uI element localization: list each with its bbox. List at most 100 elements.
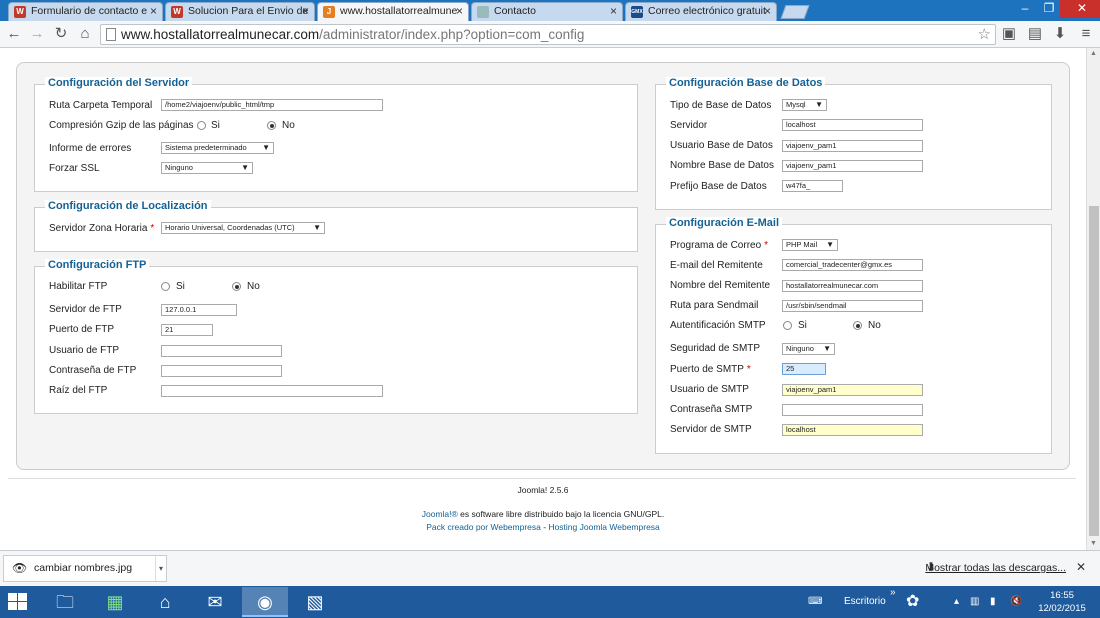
back-arrow-icon[interactable]: ← <box>5 25 23 43</box>
volume-muted-icon[interactable]: 🔇 <box>1010 586 1022 618</box>
close-tab-icon[interactable]: × <box>302 3 309 20</box>
bd-nombre-input[interactable]: viajoenv_pam1 <box>782 160 923 172</box>
remitente-nombre-input[interactable]: hostallatorrealmunecar.com <box>782 280 923 292</box>
chevron-down-icon[interactable]: ▾ <box>154 556 163 581</box>
browser-icon[interactable]: ◉ <box>242 587 288 617</box>
forward-arrow-icon[interactable]: → <box>28 25 46 43</box>
smtp-contrasena-input[interactable] <box>782 404 923 416</box>
ftp-servidor-input[interactable]: 127.0.0.1 <box>161 304 237 316</box>
hosting-link[interactable]: Hosting Joomla Webempresa <box>548 522 659 532</box>
ftp-usuario-label: Usuario de FTP <box>49 345 120 356</box>
sendmail-input[interactable]: /usr/sbin/sendmail <box>782 300 923 312</box>
gmx-icon: GMX <box>631 6 643 18</box>
programa-select[interactable]: PHP Mail ▼ <box>782 239 838 251</box>
gzip-no-radio[interactable] <box>267 121 276 130</box>
footer-license: Joomla!® es software libre distribuido b… <box>0 509 1086 519</box>
mail-icon[interactable]: ✉ <box>192 587 238 617</box>
informe-value: Sistema predeterminado <box>165 143 247 152</box>
download-filename: cambiar nombres.jpg <box>34 562 133 574</box>
scroll-down-icon[interactable]: ▼ <box>1090 540 1097 547</box>
signal-icon[interactable]: ▮ <box>990 586 996 618</box>
show-all-downloads-link[interactable]: Mostrar todas las descargas... <box>925 562 1066 574</box>
remitente-email-input[interactable]: comercial_tradecenter@gmx.es <box>782 259 923 271</box>
ftp-contrasena-input[interactable] <box>161 365 282 377</box>
informe-select[interactable]: Sistema predeterminado ▼ <box>161 142 274 154</box>
menu-icon[interactable]: ≡ <box>1077 25 1095 43</box>
close-tab-icon[interactable]: × <box>150 3 157 20</box>
home-icon[interactable]: ⌂ <box>76 25 94 43</box>
auth-no-label: No <box>868 320 881 331</box>
desktop-label[interactable]: Escritorio <box>844 586 886 618</box>
zona-select[interactable]: Horario Universal, Coordenadas (UTC) ▼ <box>161 222 325 234</box>
minimize-button[interactable]: ‒ <box>1012 0 1038 18</box>
chevron-down-icon: ▼ <box>241 163 249 172</box>
close-icon[interactable]: ✕ <box>1076 560 1086 574</box>
chevron-right-icon[interactable]: » <box>890 586 896 600</box>
webempresa-pack-link[interactable]: Pack creado por Webempresa <box>426 522 541 532</box>
ftp-puerto-input[interactable]: 21 <box>161 324 213 336</box>
page-scrollbar[interactable]: ▲ ▼ <box>1086 48 1100 550</box>
auth-no-radio[interactable] <box>853 321 862 330</box>
habilitar-ftp-label: Habilitar FTP <box>49 281 108 292</box>
chevron-down-icon: ▼ <box>826 240 834 249</box>
informe-label: Informe de errores <box>49 143 132 154</box>
new-tab-button[interactable] <box>780 5 810 19</box>
bd-nombre-label: Nombre Base de Datos <box>670 160 774 171</box>
scroll-up-icon[interactable]: ▲ <box>1090 50 1097 57</box>
close-tab-icon[interactable]: × <box>764 3 771 20</box>
smtp-usuario-input[interactable]: viajoenv_pam1 <box>782 384 923 396</box>
tipo-bd-value: Mysql <box>786 100 806 109</box>
home-icon[interactable]: ⌂ <box>142 587 188 617</box>
bd-servidor-input[interactable]: localhost <box>782 119 923 131</box>
fieldset-ftp: Configuración FTP Habilitar FTP Si No Se… <box>34 259 638 414</box>
clock[interactable]: 16:55 12/02/2015 <box>1032 589 1092 615</box>
joomla-icon: J <box>323 6 335 18</box>
keyboard-icon[interactable]: ⌨ <box>808 586 822 618</box>
clock-time: 16:55 <box>1050 590 1074 601</box>
windows-start-icon[interactable] <box>8 593 28 611</box>
tab-formulario[interactable]: W Formulario de contacto e × <box>8 2 163 21</box>
programa-label: Programa de Correo * <box>670 240 768 251</box>
auth-si-radio[interactable] <box>783 321 792 330</box>
ftp-raiz-input[interactable] <box>161 385 383 397</box>
reload-icon[interactable]: ↻ <box>52 25 70 43</box>
store-icon[interactable]: ▦ <box>92 587 138 617</box>
close-tab-icon[interactable]: × <box>456 3 463 20</box>
ftp-no-radio[interactable] <box>232 282 241 291</box>
favicon-icon: W <box>171 6 183 18</box>
bookmark-star-icon[interactable]: ☆ <box>978 25 991 44</box>
bd-prefijo-input[interactable]: w47fa_ <box>782 180 843 192</box>
ruta-input[interactable]: /home2/viajoenv/public_html/tmp <box>161 99 383 111</box>
maximize-button[interactable]: ❐ <box>1036 0 1062 18</box>
ftp-si-radio[interactable] <box>161 282 170 291</box>
close-window-button[interactable]: ✕ <box>1060 0 1100 18</box>
tab-contacto[interactable]: Contacto × <box>471 2 623 21</box>
tipo-bd-select[interactable]: Mysql ▼ <box>782 99 827 111</box>
pocket-icon[interactable]: ▤ <box>1026 25 1044 43</box>
tab-label: Correo electrónico gratuit <box>648 5 766 17</box>
smtp-puerto-input[interactable]: 25 <box>782 363 826 375</box>
page-icon <box>477 6 489 18</box>
download-icon[interactable]: ⬇ <box>1051 25 1069 43</box>
tray-app-icon[interactable]: ✿ <box>906 586 919 618</box>
file-explorer-icon[interactable]: 🗀 <box>42 587 88 617</box>
joomla-link[interactable]: Joomla!® <box>422 509 458 519</box>
tab-gmx[interactable]: GMX Correo electrónico gratuit × <box>625 2 777 21</box>
ftp-usuario-input[interactable] <box>161 345 282 357</box>
ssl-select[interactable]: Ninguno ▼ <box>161 162 253 174</box>
network-icon[interactable]: ▥ <box>970 586 979 618</box>
tab-hostal[interactable]: J www.hostallatorrealmune × <box>317 2 469 21</box>
bd-usuario-input[interactable]: viajoenv_pam1 <box>782 140 923 152</box>
tab-solucion[interactable]: W Solucion Para el Envio de × <box>165 2 315 21</box>
extension-icon[interactable]: ▣ <box>1000 25 1018 43</box>
scroll-thumb[interactable] <box>1089 206 1099 536</box>
chevron-up-icon[interactable]: ▴ <box>954 586 959 618</box>
close-tab-icon[interactable]: × <box>610 3 617 20</box>
seguridad-select[interactable]: Ninguno ▼ <box>782 343 835 355</box>
gzip-si-radio[interactable] <box>197 121 206 130</box>
image-viewer-icon[interactable]: ▧ <box>292 587 338 617</box>
downloads-bar: 👁 cambiar nombres.jpg ▾ ⬇ Mostrar todas … <box>0 550 1100 586</box>
address-bar[interactable]: www.hostallatorrealmunecar.com/administr… <box>100 24 996 45</box>
download-item[interactable]: 👁 cambiar nombres.jpg ▾ <box>3 555 167 582</box>
smtp-servidor-input[interactable]: localhost <box>782 424 923 436</box>
